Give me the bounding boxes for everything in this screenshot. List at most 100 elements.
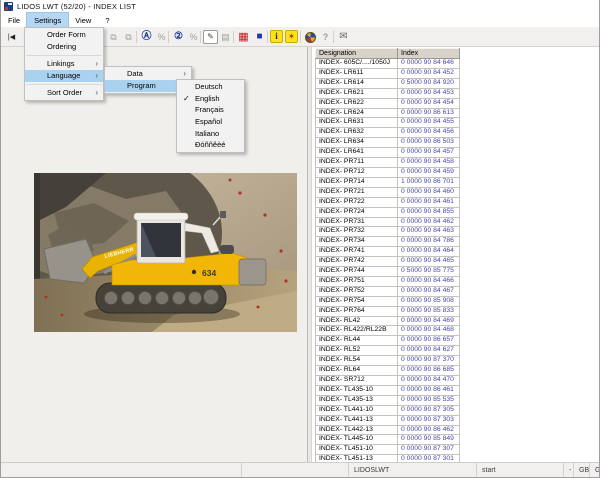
menu-file[interactable]: File	[1, 13, 27, 27]
index-cell: 0 0000 90 86 613	[397, 107, 460, 119]
table-row[interactable]: INDEX- LR624 0 0000 90 86 613	[315, 107, 460, 119]
tile-windows-icon: ⧉	[125, 31, 132, 42]
index-cell: 0 0000 90 84 786	[397, 236, 460, 248]
menu-item-espanol[interactable]: Español	[177, 116, 244, 128]
menu-item-label: Order Form	[47, 30, 86, 39]
table-row[interactable]: INDEX- SR712 0 0000 90 84 470	[315, 375, 460, 386]
menu-item-label: Data	[127, 69, 143, 78]
table-row[interactable]: INDEX- LR632 0 0000 90 84 456	[315, 127, 460, 139]
table-row[interactable]: INDEX- LR634 0 0000 90 86 503	[315, 137, 460, 149]
index-cell: 0 0000 90 84 462	[397, 216, 460, 228]
toolbar-separator	[233, 31, 234, 43]
menu-item-english[interactable]: ✓ English	[177, 93, 244, 105]
blue-panel-button[interactable]: ■	[252, 30, 267, 44]
zoom-2-percent-button[interactable]: %	[186, 30, 201, 44]
table-row[interactable]: INDEX- PR724 0 0000 90 84 855	[315, 206, 460, 218]
zoom-a-button[interactable]: Ⓐ	[139, 30, 154, 44]
table-row[interactable]: INDEX- PR744 0 5000 90 85 775	[315, 266, 460, 277]
designation-cell: INDEX- LR641	[315, 147, 398, 159]
info-button[interactable]: i	[270, 30, 283, 43]
menu-item-italiano[interactable]: Italiano	[177, 128, 244, 140]
preview-panel: LIEBHERR 634	[1, 47, 307, 462]
zoom-a-percent-button[interactable]: %	[154, 30, 169, 44]
table-row[interactable]: INDEX- TL451-10 0 0000 90 87 307	[315, 444, 460, 456]
service-key-button[interactable]: ✶	[285, 30, 298, 43]
edit-note-button[interactable]: ✎	[203, 30, 218, 44]
table-row[interactable]: INDEX- RL52 0 0000 90 84 627	[315, 345, 460, 357]
designation-cell: INDEX- RL422/RL22B	[315, 325, 398, 337]
menu-help[interactable]: ?	[98, 13, 116, 27]
index-cell: 0 0000 90 84 627	[397, 345, 460, 357]
parts-grid-button[interactable]: ▦	[236, 30, 251, 44]
index-cell: 0 0000 90 87 305	[397, 404, 460, 416]
table-row[interactable]: INDEX- LR611 0 0000 90 84 452	[315, 67, 460, 79]
table-row[interactable]: INDEX- PR712 0 0000 90 84 459	[315, 166, 460, 178]
model-label: 634	[202, 268, 216, 278]
designation-cell: INDEX- RL42	[315, 315, 398, 327]
cascade-windows-button[interactable]: ⧉	[106, 30, 121, 44]
table-row[interactable]: INDEX- PR764 0 0000 90 85 833	[315, 305, 460, 317]
table-row[interactable]: INDEX- PR721 0 0000 90 84 460	[315, 186, 460, 198]
status-action: start	[476, 463, 563, 477]
table-row[interactable]: INDEX- PR742 0 0000 90 84 465	[315, 256, 460, 268]
table-row[interactable]: INDEX- PR732 0 0000 90 84 463	[315, 226, 460, 238]
status-bar: LIDOSLWT start - GB GB	[1, 462, 599, 477]
table-row[interactable]: INDEX- LR622 0 0000 90 84 454	[315, 97, 460, 109]
table-row[interactable]: INDEX- TL441-10 0 0000 90 87 305	[315, 404, 460, 416]
menu-item-russian[interactable]: Ðóññêèé	[177, 139, 244, 151]
header-designation[interactable]: Designation	[315, 48, 398, 59]
table-row[interactable]: INDEX- RL44 0 0000 90 86 657	[315, 335, 460, 347]
table-row[interactable]: INDEX- PR711 0 0000 90 84 458	[315, 157, 460, 168]
table-row[interactable]: INDEX- PR754 0 0000 90 85 908	[315, 295, 460, 307]
table-row[interactable]: INDEX- TL445-10 0 0000 90 85 849	[315, 434, 460, 446]
menu-item-label: Deutsch	[195, 82, 223, 91]
table-row[interactable]: INDEX- TL435-13 0 0000 90 85 535	[315, 394, 460, 406]
menu-item-deutsch[interactable]: Deutsch	[177, 81, 244, 93]
menu-item-sort-order[interactable]: Sort Order ›	[25, 87, 103, 99]
tile-windows-button[interactable]: ⧉	[121, 30, 136, 44]
table-row[interactable]: INDEX- TL441-13 0 0000 90 87 303	[315, 414, 460, 426]
table-row[interactable]: INDEX- LR641 0 0000 90 84 457	[315, 147, 460, 159]
table-row[interactable]: INDEX- LR631 0 0000 90 84 455	[315, 117, 460, 129]
table-row[interactable]: INDEX- TL442-13 0 0000 90 86 462	[315, 424, 460, 436]
designation-cell: INDEX- PR711	[315, 157, 398, 168]
menu-item-ordering[interactable]: Ordering	[25, 41, 103, 53]
index-cell: 1 0000 90 86 701	[397, 176, 460, 188]
table-row[interactable]: INDEX- TL435-10 0 0000 90 86 461	[315, 384, 460, 396]
menu-item-order-form[interactable]: Order Form	[25, 29, 103, 41]
menu-item-linkings[interactable]: Linkings ›	[25, 58, 103, 70]
table-row[interactable]: INDEX- PR714 1 0000 90 86 701	[315, 176, 460, 188]
designation-cell: INDEX- TL435-10	[315, 384, 398, 396]
table-row[interactable]: INDEX- RL42 0 0000 90 84 469	[315, 315, 460, 327]
globe-button[interactable]	[303, 30, 318, 44]
table-row[interactable]: INDEX- LR621 0 0000 90 84 453	[315, 87, 460, 99]
menu-view[interactable]: View	[68, 13, 98, 27]
table-row[interactable]: INDEX- RL64 0 0000 90 86 685	[315, 365, 460, 376]
table-row[interactable]: INDEX- PR734 0 0000 90 84 786	[315, 236, 460, 248]
mail-button[interactable]: ✉	[336, 30, 351, 44]
table-row[interactable]: INDEX- RL422/RL22B 0 0000 90 84 468	[315, 325, 460, 337]
table-row[interactable]: INDEX- 605C/..../1050J 0 0000 90 84 646	[315, 58, 460, 69]
table-row[interactable]: INDEX- PR752 0 0000 90 84 467	[315, 285, 460, 297]
menu-settings[interactable]: Settings	[26, 12, 70, 28]
zoom-2-button[interactable]: ②	[171, 30, 186, 44]
table-row[interactable]: INDEX- PR722 0 0000 90 84 461	[315, 196, 460, 208]
designation-cell: INDEX- LR624	[315, 107, 398, 119]
index-cell: 0 0000 90 84 470	[397, 375, 460, 386]
print-button[interactable]: ▤	[218, 30, 233, 44]
index-cell: 0 0000 90 86 461	[397, 384, 460, 396]
menu-item-francais[interactable]: Français	[177, 104, 244, 116]
table-row[interactable]: INDEX- LR614 0 5000 90 84 920	[315, 77, 460, 89]
envelope-icon: ✉	[339, 31, 348, 42]
designation-cell: INDEX- TL441-10	[315, 404, 398, 416]
menu-item-language[interactable]: Language ›	[25, 70, 103, 82]
nav-first-button[interactable]: |◀	[4, 30, 19, 44]
table-row[interactable]: INDEX- PR741 0 0000 90 84 464	[315, 246, 460, 258]
header-index[interactable]: Index	[397, 48, 460, 59]
help-arrow-button[interactable]: ?	[318, 30, 333, 44]
toolbar-separator	[267, 31, 268, 43]
table-row[interactable]: INDEX- PR751 0 0000 90 84 466	[315, 275, 460, 287]
table-row[interactable]: INDEX- PR731 0 0000 90 84 462	[315, 216, 460, 228]
table-row[interactable]: INDEX- RL54 0 0000 90 87 370	[315, 355, 460, 367]
menu-item-label: Français	[195, 105, 224, 115]
